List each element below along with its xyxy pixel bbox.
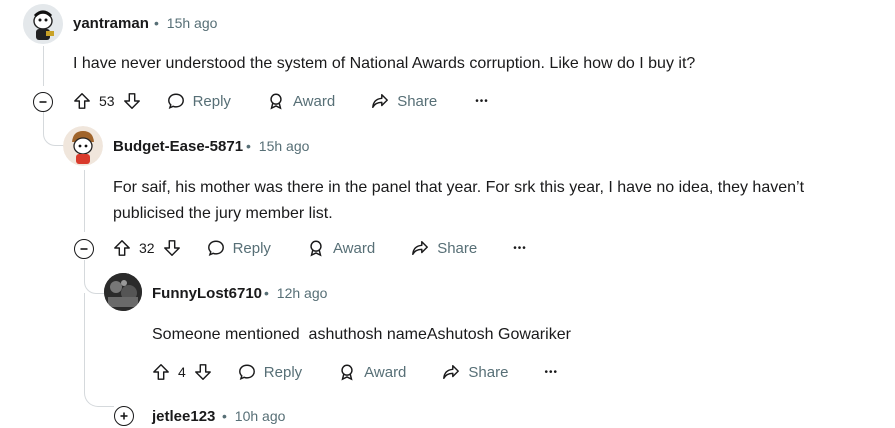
reply-label: Reply [192, 92, 231, 110]
share-icon [412, 240, 429, 256]
thread-line-level1 [43, 46, 44, 86]
reply-label: Reply [263, 363, 303, 381]
upvote-button[interactable] [73, 92, 91, 110]
meta-separator: • [154, 15, 159, 31]
comment-timestamp: • 15h ago [154, 15, 217, 31]
share-button[interactable]: Share [411, 239, 477, 257]
share-icon [372, 93, 389, 109]
plus-icon [120, 412, 128, 420]
share-button[interactable]: Share [442, 363, 508, 381]
upvote-icon [74, 93, 90, 109]
award-icon [310, 240, 322, 257]
collapse-thread-button[interactable] [33, 92, 53, 112]
award-icon [341, 364, 353, 381]
username[interactable]: FunnyLost6710 [152, 285, 262, 302]
collapse-thread-button[interactable] [74, 239, 94, 259]
vote-count: 4 [178, 364, 186, 380]
share-label: Share [468, 363, 509, 381]
thread-elbow-level3b [84, 293, 114, 407]
thread-elbow-level3 [84, 260, 104, 294]
timestamp: 12h ago [276, 285, 328, 301]
meta-separator: • [222, 408, 227, 424]
upvote-icon [114, 240, 130, 256]
reply-label: Reply [232, 239, 271, 257]
timestamp: 15h ago [166, 15, 218, 31]
downvote-icon [194, 364, 211, 380]
share-label: Share [397, 92, 438, 110]
thread-elbow-level2 [43, 112, 65, 146]
comment-timestamp: • 10h ago [222, 408, 285, 424]
share-label: Share [437, 239, 478, 257]
reply-icon [167, 93, 184, 110]
award-button[interactable]: Award [307, 239, 375, 257]
meta-separator: • [264, 285, 269, 301]
upvote-button[interactable] [113, 239, 131, 257]
vote-count: 53 [99, 93, 115, 109]
downvote-button[interactable] [163, 239, 181, 257]
username[interactable]: yantraman [73, 15, 149, 32]
award-icon [270, 93, 282, 110]
share-icon [443, 364, 460, 380]
snoo-avatar-icon [23, 4, 63, 44]
comment-body: Someone mentioned ashuthosh nameAshutosh… [152, 326, 571, 343]
reply-button[interactable]: Reply [167, 92, 231, 110]
comment-timestamp: • 12h ago [264, 285, 327, 301]
downvote-icon [123, 93, 140, 109]
award-button[interactable]: Award [267, 92, 335, 110]
more-options-button[interactable]: ••• [544, 367, 558, 378]
comment-actions: 32 Reply Award Share ••• [113, 233, 527, 263]
vote-count: 32 [139, 240, 155, 256]
comment-timestamp: • 15h ago [246, 138, 309, 154]
upvote-button[interactable] [152, 363, 170, 381]
more-options-button[interactable]: ••• [475, 96, 489, 107]
avatar[interactable] [63, 126, 103, 166]
award-button[interactable]: Award [338, 363, 406, 381]
username[interactable]: Budget-Ease-5871 [113, 138, 243, 155]
comment-body: I have never understood the system of Na… [73, 55, 696, 72]
reply-icon [207, 240, 224, 257]
award-label: Award [292, 92, 336, 110]
comment-actions: 4 Reply Award Share ••• [152, 357, 558, 387]
comment-actions: 53 Reply Award Share ••• [73, 86, 489, 116]
profile-photo-icon [104, 273, 142, 311]
downvote-button[interactable] [123, 92, 141, 110]
minus-icon [80, 248, 88, 250]
minus-icon [39, 101, 47, 103]
thread-line-level2 [84, 170, 85, 232]
upvote-icon [153, 364, 169, 380]
username[interactable]: jetlee123 [152, 408, 215, 425]
reply-button[interactable]: Reply [238, 363, 302, 381]
share-button[interactable]: Share [371, 92, 437, 110]
timestamp: 10h ago [234, 408, 286, 424]
avatar[interactable] [104, 273, 142, 311]
award-label: Award [332, 239, 376, 257]
downvote-icon [163, 240, 180, 256]
more-options-button[interactable]: ••• [513, 243, 527, 254]
snoo-avatar-icon [63, 126, 103, 166]
meta-separator: • [246, 138, 251, 154]
avatar[interactable] [23, 4, 63, 44]
reply-icon [238, 364, 255, 381]
reply-button[interactable]: Reply [207, 239, 271, 257]
downvote-button[interactable] [194, 363, 212, 381]
comment-body: For saif, his mother was there in the pa… [113, 179, 805, 222]
award-label: Award [364, 363, 407, 381]
expand-thread-button[interactable] [114, 406, 134, 426]
timestamp: 15h ago [258, 138, 310, 154]
